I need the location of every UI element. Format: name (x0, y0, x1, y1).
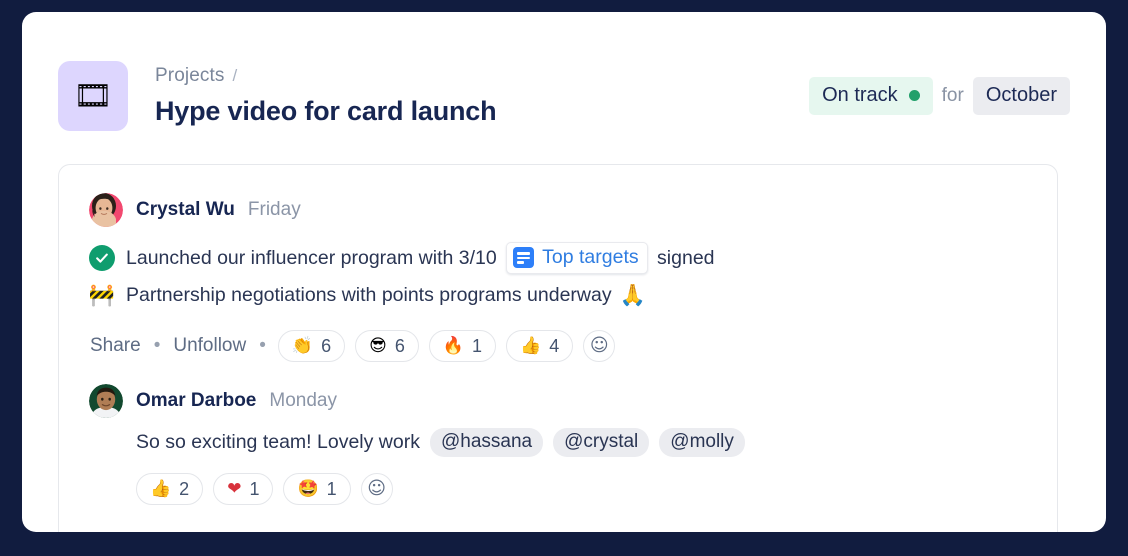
heart-icon: ❤ (227, 478, 242, 499)
post-action-row: Share • Unfollow • 👏 6 😎 6 🔥 1 👍 4 ☺ (89, 330, 1027, 362)
comment-timestamp: Monday (269, 390, 337, 411)
comment: Omar Darboe Monday So so exciting team! … (89, 384, 1027, 505)
status-badge-label: On track (822, 84, 898, 106)
title-block: Projects / Hype video for card launch (155, 65, 789, 127)
comment-reaction-row: 👍 2 ❤ 1 🤩 1 ☺ (89, 473, 1027, 505)
status-dot-icon (908, 90, 920, 101)
sunglasses-icon: 😎 (369, 335, 387, 356)
starstruck-icon: 🤩 (297, 478, 319, 499)
action-separator: • (259, 335, 266, 356)
post-header: Crystal Wu Friday (89, 193, 1027, 227)
comment-text: So so exciting team! Lovely work @hassan… (89, 428, 1027, 457)
sunglasses-reaction[interactable]: 😎 6 (355, 330, 419, 362)
comment-message: So so exciting team! Lovely work (136, 431, 420, 453)
document-list-icon (513, 247, 535, 268)
reaction-count: 1 (326, 478, 337, 499)
add-reaction-button[interactable]: ☺ (360, 473, 393, 505)
starstruck-reaction[interactable]: 🤩 1 (283, 473, 351, 505)
reaction-count: 6 (321, 335, 332, 356)
page-title: Hype video for card launch (155, 96, 497, 126)
reaction-count: 2 (179, 478, 190, 499)
thumbsup-icon: 👍 (150, 478, 172, 499)
breadcrumb-item-projects[interactable]: Projects (155, 65, 224, 87)
pray-icon: 🙏 (619, 282, 646, 307)
thumbsup-reaction[interactable]: 👍 4 (506, 330, 574, 362)
reaction-count: 4 (549, 335, 560, 356)
mention-crystal[interactable]: @crystal (553, 428, 650, 457)
smart-link-label: Top targets (542, 246, 639, 269)
clap-reaction[interactable]: 👏 6 (277, 330, 346, 362)
post-line: Launched our influencer program with 3/1… (89, 241, 1027, 275)
heart-reaction[interactable]: ❤ 1 (213, 473, 274, 505)
action-separator: • (153, 335, 161, 356)
add-reaction-button[interactable]: ☺ (583, 330, 616, 362)
mention-hassana[interactable]: @hassana (429, 428, 544, 457)
fire-icon: 🔥 (442, 335, 464, 356)
fire-reaction[interactable]: 🔥 1 (428, 330, 497, 362)
post-author[interactable]: Crystal Wu (136, 199, 235, 221)
comment-author[interactable]: Omar Darboe (136, 390, 256, 412)
comment-header: Omar Darboe Monday (89, 384, 1027, 418)
status-area: On track for October (809, 77, 1070, 115)
film-strip-glyph: 🎞 (73, 77, 113, 114)
share-button[interactable]: Share (89, 333, 142, 359)
thumbsup-reaction[interactable]: 👍 2 (136, 473, 204, 505)
post-line-text-after: signed (651, 246, 715, 269)
post-line-text-before: Launched our influencer program with 3/1… (126, 246, 503, 269)
reaction-count: 6 (394, 335, 405, 356)
mention-molly[interactable]: @molly (659, 428, 745, 457)
thumbsup-icon: 👍 (520, 335, 542, 356)
post-body: Launched our influencer program with 3/1… (89, 241, 1027, 312)
breadcrumb-separator: / (232, 66, 238, 85)
smart-link-top-targets[interactable]: Top targets (506, 242, 648, 274)
breadcrumb: Projects / (155, 65, 789, 89)
status-badge[interactable]: On track (809, 77, 933, 115)
project-header: 🎞 Projects / Hype video for card launch … (58, 48, 1070, 144)
post-timestamp: Friday (247, 199, 301, 220)
avatar[interactable] (89, 193, 123, 227)
smiley-icon: ☺ (367, 478, 387, 499)
status-for-label: for (941, 85, 964, 106)
clap-icon: 👏 (291, 335, 314, 356)
post-line-text: Partnership negotiations with points pro… (126, 283, 646, 307)
page-surface: 🎞 Projects / Hype video for card launch … (22, 12, 1106, 532)
smiley-icon: ☺ (589, 335, 609, 356)
period-badge[interactable]: October (972, 77, 1070, 115)
reaction-count: 1 (472, 335, 483, 356)
construction-icon: 🚧 (88, 282, 116, 307)
avatar[interactable] (89, 384, 123, 418)
post-line: 🚧 Partnership negotiations with points p… (89, 278, 1027, 312)
post-line-text: Launched our influencer program with 3/1… (126, 242, 715, 274)
outer-frame: 🎞 Projects / Hype video for card launch … (0, 0, 1128, 556)
update-card: Crystal Wu Friday Launched our influence… (58, 164, 1058, 532)
unfollow-button[interactable]: Unfollow (172, 333, 247, 359)
reaction-count: 1 (249, 478, 260, 499)
green-check-icon (89, 245, 115, 271)
film-strip-icon: 🎞 (58, 61, 128, 131)
post-line-text-before: Partnership negotiations with points pro… (126, 283, 612, 306)
